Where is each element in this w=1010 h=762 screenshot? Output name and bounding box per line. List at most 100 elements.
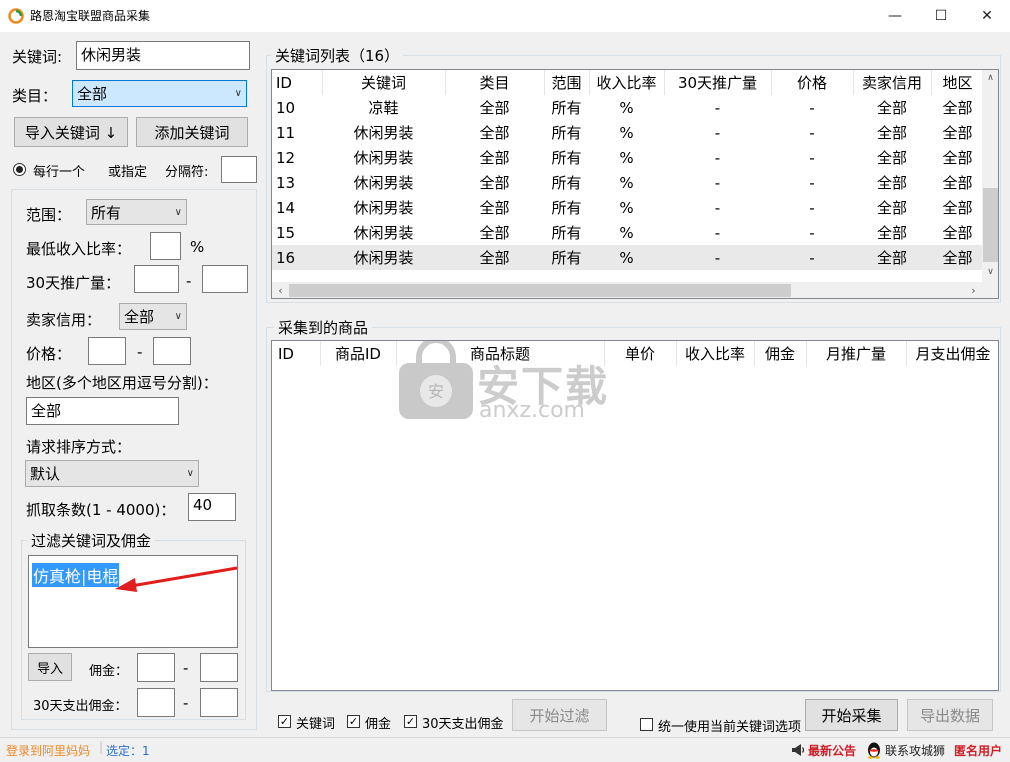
products-list-view[interactable]: ID 商品ID 商品标题 单价 收入比率 佣金 月推广量 月支出佣金 安 安下载 anxz.c…	[271, 340, 999, 691]
scope-select[interactable]: 所有 ∨	[86, 199, 187, 225]
filter-textarea[interactable]: 仿真枪|电棍	[28, 555, 238, 648]
unify-option-checkbox[interactable]	[640, 718, 653, 731]
keyword-column-header[interactable]: 类目	[445, 70, 545, 95]
table-row[interactable]: 14 休闲男装 全部 所有% - - 全部 全部	[272, 195, 984, 220]
login-link[interactable]: 登录到阿里妈妈	[6, 742, 90, 759]
spend30-to-input[interactable]	[200, 688, 238, 717]
keyword-horizontal-scrollbar[interactable]: ‹ ›	[272, 282, 982, 298]
spend30-checkbox[interactable]: ✓	[404, 715, 417, 728]
sort-select-value: 默认	[30, 465, 61, 483]
products-column-header[interactable]: 商品ID	[320, 341, 397, 366]
selected-count: 选定：1	[106, 744, 150, 758]
separator-input[interactable]	[221, 156, 257, 183]
keyword-input[interactable]: 休闲男装	[76, 41, 250, 70]
table-cell: 全部	[445, 245, 544, 270]
keyword-column-header[interactable]: 卖家信用	[853, 70, 932, 95]
keyword-column-header[interactable]: 地区	[931, 70, 985, 95]
table-cell: 15	[276, 223, 296, 242]
maximize-button[interactable]: ☐	[918, 0, 964, 32]
table-row[interactable]: 11 休闲男装 全部 所有% - - 全部 全部	[272, 120, 984, 145]
svg-text:安: 安	[428, 382, 444, 401]
keyword-vertical-scrollbar[interactable]: ∧ ∨	[982, 70, 998, 282]
products-column-header[interactable]: 收入比率	[676, 341, 755, 366]
keyword-column-header[interactable]: 关键词	[322, 70, 446, 95]
keyword-table: ID 关键词 类目 范围 收入比率 30天推广量 价格 卖家信用 地区 10 凉鞋 全部 所有% - - 全…	[272, 70, 985, 270]
status-divider: |	[99, 740, 104, 754]
keyword-vscroll-thumb[interactable]	[983, 188, 998, 262]
window-title: 路恩淘宝联盟商品采集	[30, 9, 151, 23]
table-row[interactable]: 16 休闲男装 全部 所有% - - 全部 全部	[272, 245, 984, 270]
chevron-down-icon: ∨	[186, 468, 194, 479]
contact-link[interactable]: 联系攻城狮	[885, 742, 945, 759]
category-select[interactable]: 全部 ∨	[72, 80, 247, 107]
commission-checkbox[interactable]: ✓	[347, 715, 360, 728]
table-row[interactable]: 10 凉鞋 全部 所有% - - 全部 全部	[272, 95, 984, 120]
table-row[interactable]: 15 休闲男装 全部 所有% - - 全部 全部	[272, 220, 984, 245]
close-button[interactable]: ✕	[964, 0, 1010, 32]
commission-to-input[interactable]	[200, 653, 238, 682]
watermark-shield-icon: 安	[399, 341, 473, 419]
promo30-to-input[interactable]	[202, 265, 248, 293]
export-data-button[interactable]: 导出数据	[907, 699, 993, 731]
add-keyword-button[interactable]: 添加关键词	[136, 117, 248, 147]
keyword-column-header[interactable]: 30天推广量	[664, 70, 772, 95]
scroll-down-icon[interactable]: ∨	[982, 264, 998, 281]
scope-select-value: 所有	[91, 203, 122, 222]
keyword-column-header[interactable]: 价格	[771, 70, 854, 95]
scroll-left-icon[interactable]: ‹	[272, 282, 289, 298]
red-arrow-icon	[115, 566, 238, 592]
region-input[interactable]: 全部	[26, 397, 179, 425]
close-icon: ✕	[981, 8, 993, 24]
table-cell: 全部	[479, 99, 510, 117]
sort-select[interactable]: 默认 ∨	[25, 460, 199, 487]
table-row[interactable]: 12 休闲男装 全部 所有% - - 全部 全部	[272, 145, 984, 170]
start-filter-button[interactable]: 开始过滤	[512, 699, 607, 731]
products-column-header[interactable]: ID	[272, 341, 321, 366]
promo30-from-input[interactable]	[134, 265, 179, 293]
dash-label: -	[183, 659, 189, 677]
keyword-column-header[interactable]: ID	[272, 70, 323, 95]
table-cell: 休闲男装	[353, 174, 414, 192]
megaphone-icon	[792, 744, 805, 756]
keyword-checkbox[interactable]: ✓	[278, 715, 291, 728]
products-column-header[interactable]: 佣金	[754, 341, 807, 366]
table-cell: -	[714, 198, 721, 217]
spend30-from-input[interactable]	[137, 688, 175, 717]
table-row[interactable]: 13 休闲男装 全部 所有% - - 全部 全部	[272, 170, 984, 195]
fetch-count-input[interactable]: 40	[188, 493, 236, 521]
seller-credit-select[interactable]: 全部 ∨	[119, 303, 187, 330]
keyword-list-title: 关键词列表（16）	[271, 45, 404, 66]
chevron-down-icon: ∨	[234, 88, 242, 99]
table-cell: %	[589, 245, 664, 270]
status-bar: 登录到阿里妈妈 | 选定：1 最新公告 联系攻城狮 匿名用户	[0, 737, 1010, 762]
scroll-up-icon[interactable]: ∧	[982, 70, 998, 87]
products-column-header[interactable]: 月推广量	[806, 341, 907, 366]
min-ratio-input[interactable]	[150, 232, 181, 260]
products-table-header: ID 商品ID 商品标题 单价 收入比率 佣金 月推广量 月支出佣金	[272, 341, 998, 366]
keyword-table-header: ID 关键词 类目 范围 收入比率 30天推广量 价格 卖家信用 地区	[272, 70, 985, 95]
commission-from-input[interactable]	[137, 653, 175, 682]
keyword-column-header[interactable]: 范围	[544, 70, 590, 95]
chevron-down-icon: ∨	[174, 206, 182, 218]
start-collect-button[interactable]: 开始采集	[805, 699, 898, 731]
check-icon: ✓	[405, 715, 416, 728]
table-cell: 全部	[942, 199, 973, 217]
filter-import-button[interactable]: 导入	[28, 653, 72, 681]
per-line-radio[interactable]	[13, 163, 26, 176]
table-cell: -	[714, 223, 721, 242]
scroll-right-icon[interactable]: ›	[965, 282, 982, 298]
keyword-list-view[interactable]: ID 关键词 类目 范围 收入比率 30天推广量 价格 卖家信用 地区 10 凉鞋 全部 所有% - - 全…	[271, 69, 999, 299]
import-keyword-button[interactable]: 导入关键词 ↓	[14, 117, 128, 147]
products-column-header[interactable]: 月支出佣金	[906, 341, 998, 366]
products-column-header[interactable]: 单价	[604, 341, 677, 366]
keyword-column-header[interactable]: 收入比率	[589, 70, 665, 95]
table-cell: 所有	[551, 149, 582, 167]
keyword-hscroll-thumb[interactable]	[289, 284, 791, 297]
table-cell: -	[714, 148, 721, 167]
minimize-button[interactable]: —	[872, 0, 918, 32]
table-cell: 休闲男装	[322, 245, 445, 270]
table-cell: -	[809, 148, 815, 167]
price-to-input[interactable]	[153, 337, 191, 365]
price-from-input[interactable]	[88, 337, 126, 365]
news-link[interactable]: 最新公告	[808, 742, 856, 759]
